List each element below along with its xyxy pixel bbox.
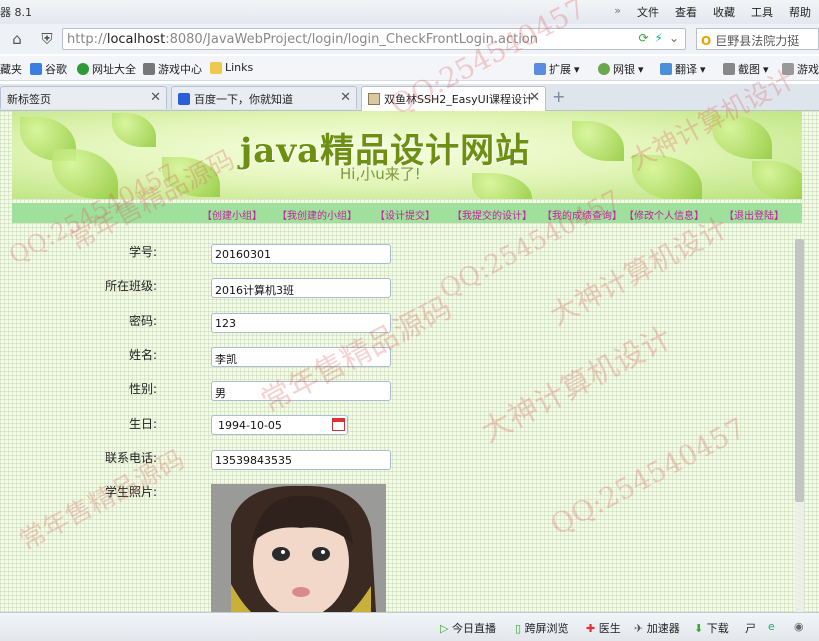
menu-chevron-icon[interactable]: » — [614, 4, 621, 20]
password-label: 密码: — [128, 314, 157, 328]
play-icon: ▷ — [440, 622, 449, 635]
student-photo-image — [211, 484, 386, 612]
gamepad-icon — [143, 63, 155, 75]
baidu-paw-icon — [178, 93, 190, 105]
favorite-item[interactable]: 网址大全 — [77, 61, 136, 77]
calendar-icon[interactable] — [332, 418, 345, 431]
student-id-label: 学号: — [128, 245, 157, 259]
status-accelerator[interactable]: ✈ 加速器 — [634, 620, 680, 636]
menu-help[interactable]: 帮助 — [789, 4, 811, 20]
status-doctor[interactable]: ✚ 医生 — [586, 620, 621, 636]
menu-tools[interactable]: 工具 — [751, 4, 773, 20]
student-id-field[interactable]: 20160301 — [211, 244, 391, 264]
globe-icon — [77, 63, 89, 75]
search-input[interactable]: O 巨野县法院力挺 — [696, 28, 819, 50]
favorite-item[interactable]: Links — [210, 61, 253, 74]
status-bar: ▷ 今日直播 ▯ 跨屏浏览 ✚ 医生 ✈ 加速器 ⬇ 下载 ㄕ e ◉ — [0, 612, 819, 641]
status-crossscreen[interactable]: ▯ 跨屏浏览 — [515, 620, 569, 636]
close-icon[interactable]: ✕ — [150, 90, 161, 105]
toolbar-translate[interactable]: 翻译 ▾ — [660, 61, 706, 77]
tab-new[interactable]: 新标签页 ✕ — [0, 86, 167, 109]
vertical-scrollbar[interactable] — [795, 239, 804, 612]
birthday-value: 1994-10-05 — [218, 419, 282, 432]
url-path: :8080/JavaWebProject/login/login_CheckFr… — [165, 32, 538, 47]
chevron-down-icon[interactable]: ⌄ — [669, 31, 679, 45]
name-label: 姓名: — [128, 348, 157, 362]
translate-icon — [660, 63, 672, 75]
tab-baidu[interactable]: 百度一下，你就知道 ✕ — [171, 86, 357, 109]
nav-create-group[interactable]: 【创建小组】 — [202, 207, 262, 222]
grid-icon — [534, 63, 546, 75]
browser-app-title: 器 8.1 — [0, 6, 32, 19]
nav-my-scores[interactable]: 【我的成绩查询】 — [542, 207, 622, 222]
toolbar-screenshot[interactable]: 截图 ▾ — [723, 61, 769, 77]
phone-icon: ▯ — [515, 622, 522, 635]
nav-submit-design[interactable]: 【设计提交】 — [375, 207, 435, 222]
menu-favorites[interactable]: 收藏 — [713, 4, 735, 20]
url-scheme: http:// — [67, 32, 107, 47]
game-icon — [782, 63, 794, 75]
cross-icon: ✚ — [586, 622, 596, 635]
site-banner: java精品设计网站 Hi,小u来了! — [12, 111, 802, 199]
class-label: 所在班级: — [104, 279, 157, 293]
phone-label: 联系电话: — [104, 451, 157, 465]
status-live[interactable]: ▷ 今日直播 — [440, 620, 496, 636]
gender-field[interactable]: 男 — [211, 381, 391, 401]
close-icon[interactable]: ✕ — [340, 90, 351, 105]
gender-label: 性别: — [128, 382, 157, 396]
home-icon[interactable]: ⌂ — [6, 28, 28, 50]
ie-icon[interactable]: e — [768, 620, 775, 633]
favorite-item[interactable]: 游戏中心 — [143, 61, 202, 77]
folder-icon — [210, 61, 222, 74]
plane-icon: ✈ — [634, 622, 644, 635]
status-download[interactable]: ⬇ 下载 — [694, 620, 729, 636]
nav-my-designs[interactable]: 【我提交的设计】 — [452, 207, 532, 222]
download-icon: ⬇ — [694, 622, 704, 635]
url-input[interactable]: http://localhost:8080/JavaWebProject/log… — [62, 28, 686, 50]
favorite-item[interactable]: 谷歌 — [30, 61, 67, 77]
menu-view[interactable]: 查看 — [675, 4, 697, 20]
search-query: 巨野县法院力挺 — [715, 34, 800, 48]
birthday-label: 生日: — [128, 417, 157, 431]
refresh-icon[interactable]: ⟳ — [638, 31, 648, 45]
toolbar-games[interactable]: 游戏 — [782, 61, 819, 77]
site-subtitle: Hi,小u来了! — [340, 165, 421, 183]
password-field[interactable]: 123 — [211, 313, 391, 333]
bank-icon — [598, 63, 610, 75]
scissors-icon — [723, 63, 735, 75]
ime-icon[interactable]: ㄕ — [745, 620, 756, 636]
scrollbar-thumb[interactable] — [795, 239, 804, 502]
new-tab-icon[interactable]: + — [552, 87, 565, 106]
nav-logout[interactable]: 【退出登陆】 — [724, 207, 784, 222]
birthday-field[interactable]: 1994-10-05 — [211, 415, 348, 435]
search-engine-icon: O — [701, 34, 712, 48]
class-field[interactable]: 2016计算机3班 — [211, 278, 391, 298]
toolbar-extensions[interactable]: 扩展 ▾ — [534, 61, 580, 77]
phone-field[interactable]: 13539843535 — [211, 450, 391, 470]
student-photo — [211, 484, 386, 612]
shield-icon[interactable]: ⛨ — [36, 28, 58, 50]
tab-bar: 新标签页 ✕ 百度一下，你就知道 ✕ 双鱼林SSH2_EasyUI课程设计 ✕ + — [0, 84, 819, 111]
nav-my-groups[interactable]: 【我创建的小组】 — [277, 207, 357, 222]
favorite-item[interactable]: 藏夹 — [0, 61, 22, 77]
google-icon — [30, 63, 42, 75]
browser-menu: » 文件 查看 收藏 工具 帮助 — [614, 4, 811, 20]
site-nav: 【创建小组】 【我创建的小组】 【设计提交】 【我提交的设计】 【我的成绩查询】… — [12, 203, 802, 223]
browser-title-bar: 器 8.1 » 文件 查看 收藏 工具 帮助 — [0, 0, 819, 25]
page-content: java精品设计网站 Hi,小u来了! 【创建小组】 【我创建的小组】 【设计提… — [0, 111, 819, 612]
volume-icon[interactable]: ◉ — [794, 620, 804, 633]
close-icon[interactable]: ✕ — [529, 90, 540, 105]
nav-edit-profile[interactable]: 【修改个人信息】 — [624, 207, 704, 222]
toolbar-bank[interactable]: 网银 ▾ — [598, 61, 644, 77]
address-bar-row: ⌂ ⛨ http://localhost:8080/JavaWebProject… — [0, 24, 819, 54]
url-host: localhost — [106, 32, 166, 47]
name-field[interactable]: 李凯 — [211, 347, 391, 367]
favorites-bar: 藏夹 谷歌 网址大全 游戏中心 Links 扩展 ▾ 网银 ▾ 翻译 ▾ 截图 … — [0, 56, 819, 81]
menu-file[interactable]: 文件 — [637, 4, 659, 20]
tab-active[interactable]: 双鱼林SSH2_EasyUI课程设计 ✕ — [361, 86, 546, 111]
lightning-icon[interactable]: ⚡ — [655, 31, 663, 45]
page-icon — [368, 93, 380, 105]
photo-label: 学生照片: — [104, 485, 157, 499]
